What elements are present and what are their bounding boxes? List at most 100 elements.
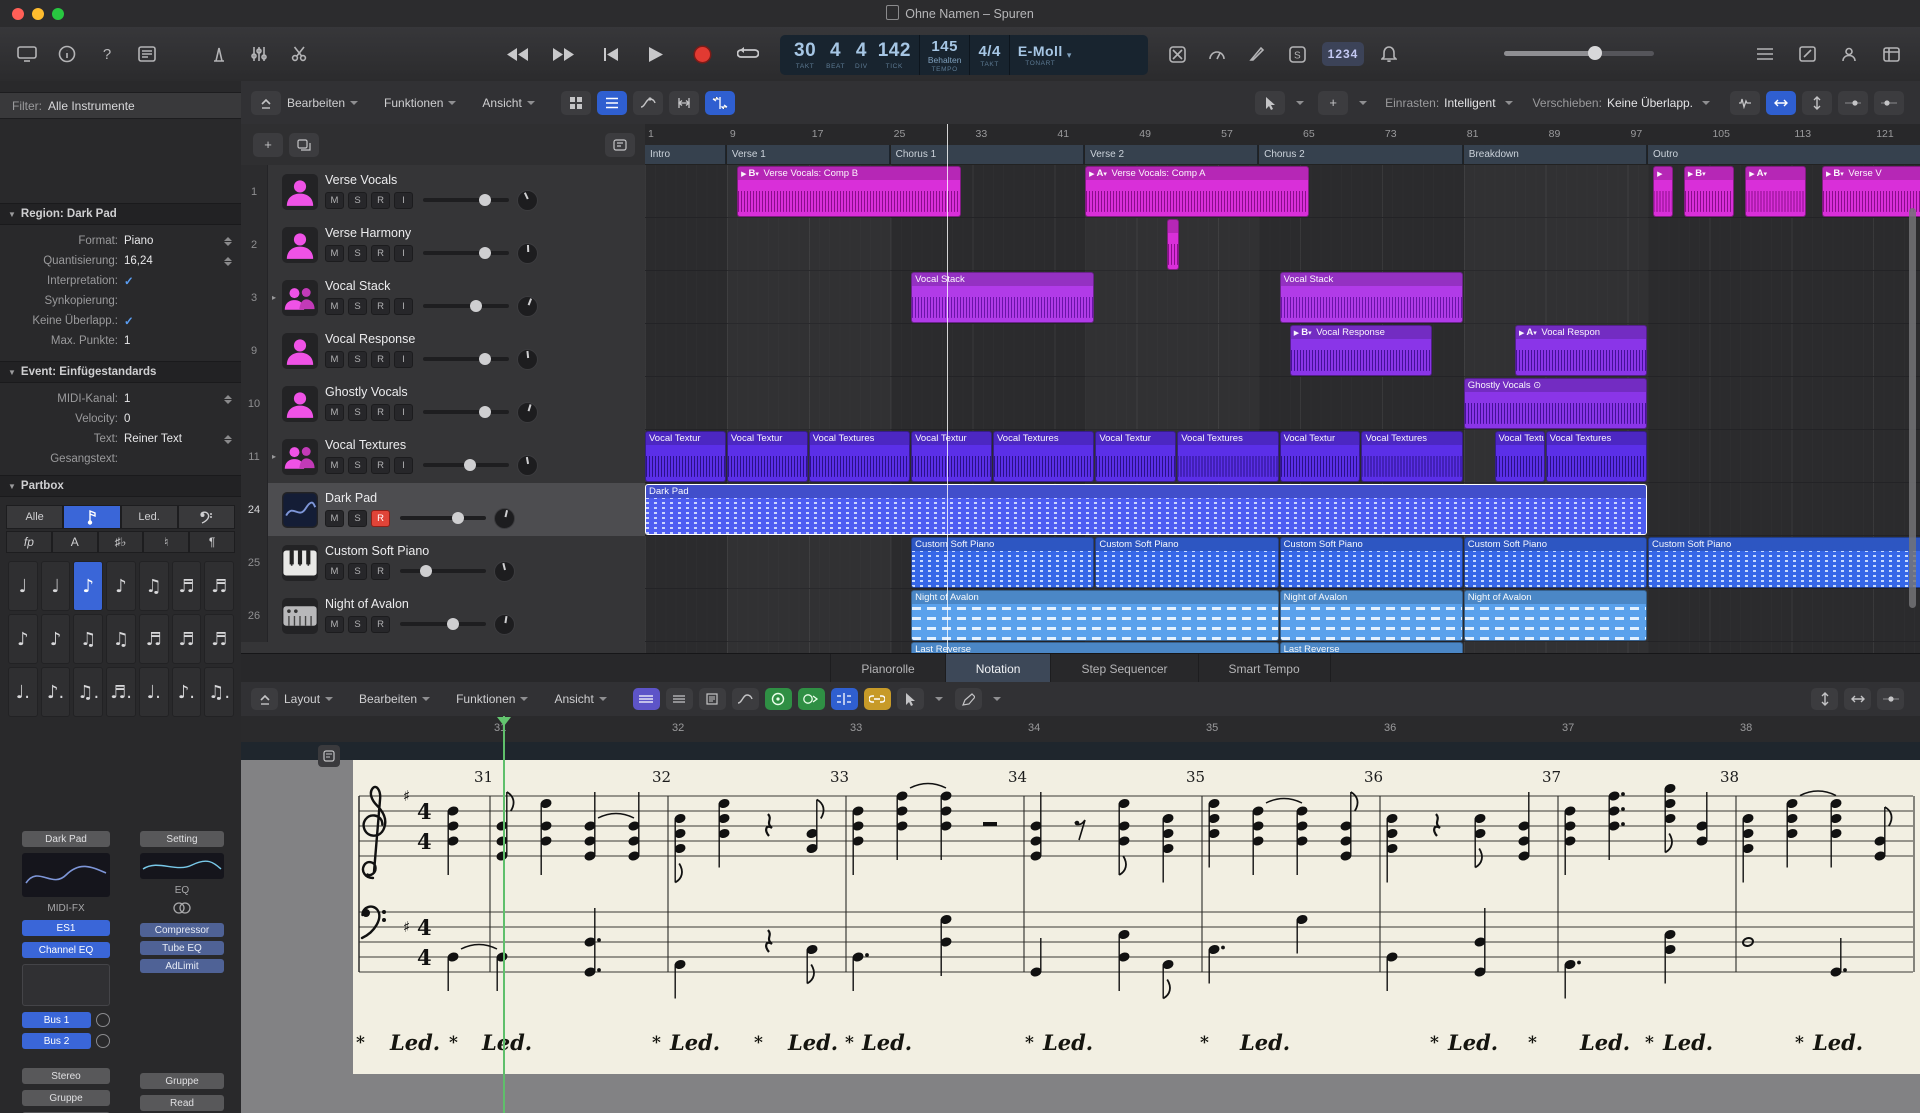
partbox-symbol-1[interactable]: A [52, 531, 98, 553]
no-input-icon[interactable] [1160, 40, 1194, 68]
bar-ruler[interactable]: 191725334149576573818997105113121 [645, 124, 1920, 146]
track-m-button[interactable]: M [325, 298, 344, 315]
chevron-down-icon[interactable] [1359, 101, 1367, 105]
track-volume-slider[interactable] [423, 410, 509, 414]
stepper-up-icon[interactable] [224, 395, 232, 399]
partbox-note-cell[interactable]: ♬. [106, 667, 136, 717]
piano-track-icon[interactable] [282, 545, 318, 581]
rewind-button[interactable] [498, 38, 538, 70]
pencil-tool-icon[interactable] [955, 688, 982, 710]
partbox-note-cell[interactable]: ♪. [41, 667, 71, 717]
strip-right-group-button[interactable]: Gruppe [140, 1073, 224, 1089]
quick-help-icon[interactable]: ? [90, 40, 124, 68]
cycle-button[interactable] [728, 38, 768, 70]
link-mode-icon[interactable] [864, 688, 891, 710]
chevron-down-icon[interactable] [935, 697, 943, 701]
menu-bearbeiten[interactable]: Bearbeiten [287, 96, 358, 110]
stepper-down-icon[interactable] [224, 262, 232, 266]
forward-button[interactable] [544, 38, 584, 70]
track-m-button[interactable]: M [325, 510, 344, 527]
field-value[interactable]: ✓ [124, 274, 241, 288]
send-slot-0[interactable]: Bus 1 [22, 1012, 110, 1028]
automation-editor-icon[interactable] [732, 688, 759, 710]
send-bus-button[interactable]: Bus 1 [22, 1012, 91, 1028]
region-vocal-textures[interactable]: Vocal Textures [1177, 431, 1278, 482]
track-header-vocal-stack[interactable]: 3▸Vocal StackMSRI [241, 271, 645, 325]
tuner-icon[interactable] [1240, 40, 1274, 68]
inspector-field[interactable]: MIDI-Kanal:1 [0, 389, 241, 409]
region-custom-soft-piano[interactable]: Custom Soft Piano [1095, 537, 1278, 588]
track-r-button[interactable]: R [371, 298, 390, 315]
track-s-button[interactable]: S [348, 192, 367, 209]
pointer-tool-icon[interactable] [1255, 91, 1285, 115]
partbox-note-cell[interactable]: ♪ [41, 614, 71, 664]
volume-knob[interactable] [479, 194, 491, 206]
volume-knob[interactable] [470, 300, 482, 312]
add-track-button[interactable]: + [253, 133, 283, 157]
region-verse-vocals--comp-b[interactable]: ▶B▾ Verse Vocals: Comp B [737, 166, 961, 217]
crosshair-tool-icon[interactable]: + [1318, 91, 1348, 115]
region-custom-soft-piano[interactable]: Custom Soft Piano [1280, 537, 1463, 588]
region-ghostly-vocals[interactable]: Ghostly Vocals ⊙ [1464, 378, 1647, 429]
inspector-field[interactable]: Synkopierung: [0, 291, 241, 311]
inspector-field[interactable]: Velocity:0 [0, 409, 241, 429]
partbox-note-cell[interactable]: ♫ [73, 614, 103, 664]
stepper-down-icon[interactable] [224, 440, 232, 444]
region-clip[interactable]: ▶A▾ [1745, 166, 1805, 217]
marker-outro[interactable]: Outro [1648, 145, 1920, 164]
track-header-options-icon[interactable] [605, 133, 635, 157]
eq-thumbnail[interactable] [140, 853, 224, 879]
volume-knob[interactable] [479, 247, 491, 259]
playhead[interactable] [947, 124, 948, 653]
arrange-canvas[interactable]: ▶B▾ Verse Vocals: Comp B▶A▾ Verse Vocals… [645, 165, 1920, 653]
track-m-button[interactable]: M [325, 563, 344, 580]
stepper-up-icon[interactable] [224, 257, 232, 261]
volume-knob[interactable] [447, 618, 459, 630]
field-value[interactable]: 0 [124, 413, 241, 425]
track-header-vocal-textures[interactable]: 11▸Vocal TexturesMSRI [241, 430, 645, 484]
flex-icon[interactable] [669, 91, 699, 115]
partbox-note-cell[interactable]: ♬ [172, 561, 202, 611]
strip-right-automation-button[interactable]: Read [140, 1095, 224, 1111]
track-i-button[interactable]: I [394, 192, 413, 209]
field-value[interactable]: Reiner Text [124, 433, 221, 445]
track-r-button[interactable]: R [371, 616, 390, 633]
track-volume-slider[interactable] [423, 357, 509, 361]
volume-knob[interactable] [464, 459, 476, 471]
track-s-button[interactable]: S [348, 351, 367, 368]
score-ruler[interactable]: 3132333435363738 [241, 716, 1920, 743]
track-s-button[interactable]: S [348, 563, 367, 580]
region-verse-v[interactable]: ▶B▾ Verse V [1822, 166, 1920, 217]
partbox-note-cell[interactable]: ♩ [8, 561, 38, 611]
output-insert-1[interactable]: Tube EQ [140, 941, 224, 955]
track-i-button[interactable]: I [394, 404, 413, 421]
field-value[interactable]: Piano [124, 235, 221, 247]
editor-v-zoom-icon[interactable] [1811, 688, 1838, 710]
partbox-note-cell[interactable]: ♬ [204, 561, 234, 611]
midi-in-icon[interactable] [765, 688, 792, 710]
vocal-track-icon[interactable] [282, 333, 318, 369]
pad-track-icon[interactable] [282, 492, 318, 528]
track-m-button[interactable]: M [325, 351, 344, 368]
track-pan-knob[interactable] [517, 455, 538, 476]
track-r-button[interactable]: R [371, 245, 390, 262]
chevron-down-icon[interactable] [1505, 101, 1513, 105]
partbox-note-cell[interactable]: ♩ [41, 561, 71, 611]
h-zoom-slider[interactable] [1838, 91, 1868, 115]
tab-pianorolle[interactable]: Pianorolle [830, 654, 945, 683]
menu-bearbeiten-editor[interactable]: Bearbeiten [359, 692, 430, 706]
region-clip[interactable]: ▶B▾ [1684, 166, 1734, 217]
track-disclosure-icon[interactable]: ▸ [268, 293, 280, 302]
region-vocal-textur[interactable]: Vocal Textur [911, 431, 992, 482]
partbox-note-cell[interactable]: ♪ [106, 561, 136, 611]
field-stepper[interactable] [221, 257, 235, 266]
region-vocal-response[interactable]: ▶B▾ Vocal Response [1290, 325, 1432, 376]
partbox-note-cell[interactable]: ♬ [139, 614, 169, 664]
track-m-button[interactable]: M [325, 616, 344, 633]
hide-editor-icon[interactable] [251, 688, 278, 710]
region-custom-soft-piano[interactable]: Custom Soft Piano [1648, 537, 1920, 588]
marker-verse-1[interactable]: Verse 1 [727, 145, 890, 164]
vertical-scrollbar[interactable] [1909, 208, 1916, 608]
duplicate-track-button[interactable] [289, 133, 319, 157]
stop-to-begin-button[interactable] [590, 38, 630, 70]
